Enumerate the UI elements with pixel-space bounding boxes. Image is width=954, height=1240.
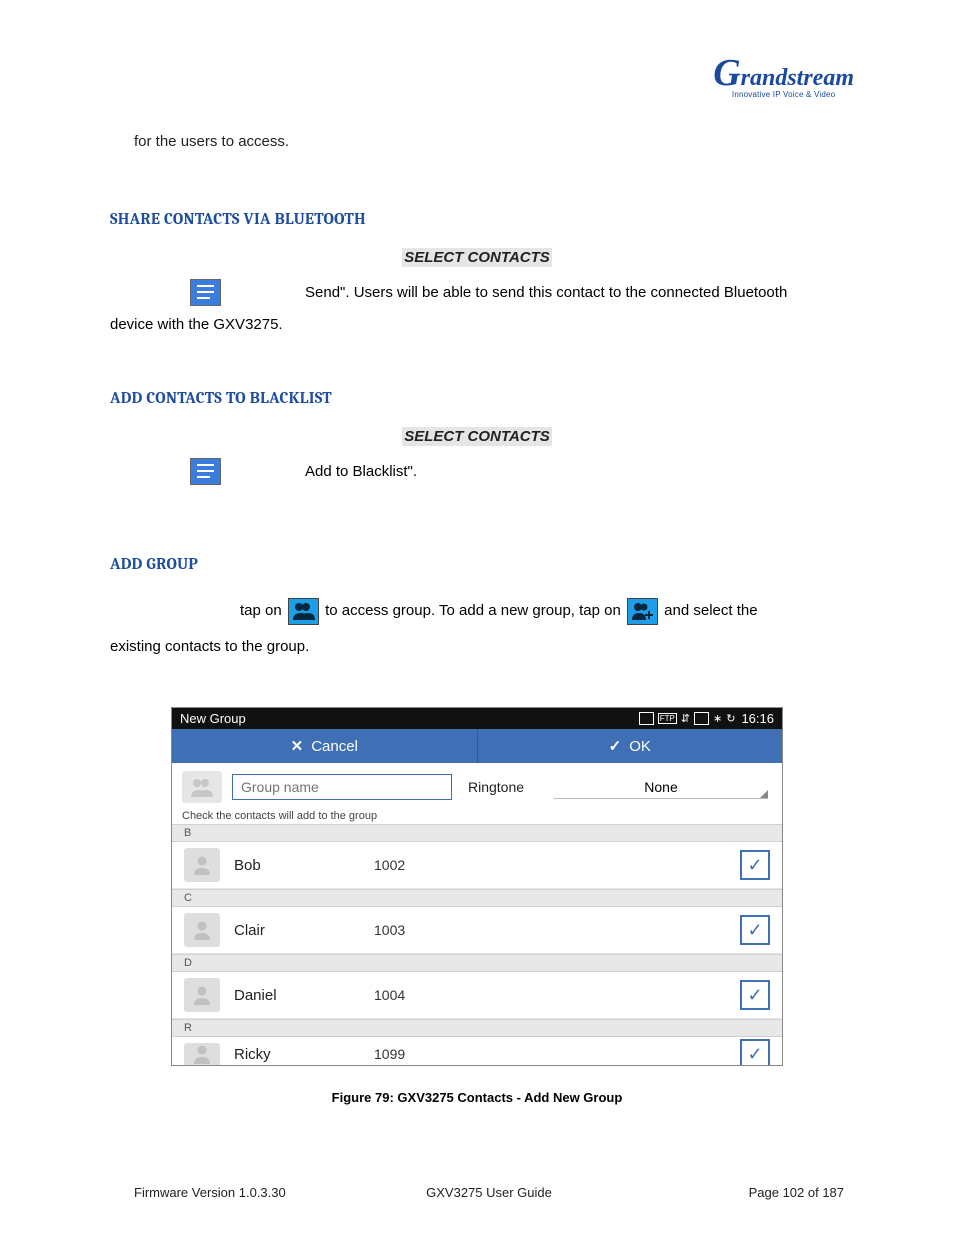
brand-logo: Grandstream Innovative IP Voice & Video (713, 58, 854, 99)
select-contacts-label: SELECT CONTACTS (402, 248, 552, 267)
figure-caption: Figure 79: GXV3275 Contacts - Add New Gr… (110, 1090, 844, 1105)
addgroup-text-a: tap on (240, 602, 282, 619)
addgroup-text-b: to access group. To add a new group, tap… (325, 602, 621, 619)
contact-checkbox[interactable]: ✓ (740, 915, 770, 945)
contact-avatar-icon (184, 978, 220, 1012)
ftp-icon: FTP (658, 713, 677, 724)
window-title: New Group (180, 711, 246, 726)
screenshot-new-group: New Group FTP ⇵ ∗ ↻ 16:16 ✕ Cancel ✓ OK (171, 707, 783, 1066)
contact-number: 1004 (374, 987, 405, 1003)
group-avatar-icon (182, 771, 222, 803)
contact-avatar-icon (184, 848, 220, 882)
contact-checkbox[interactable]: ✓ (740, 850, 770, 880)
ringtone-value: None (644, 779, 677, 795)
cancel-button[interactable]: ✕ Cancel (172, 729, 478, 763)
blacklist-text-right: Add to Blacklist". (305, 463, 844, 480)
group-name-input[interactable] (232, 774, 452, 800)
section-divider: C (172, 889, 782, 907)
picture-icon (639, 712, 654, 725)
contact-name: Bob (234, 857, 374, 874)
status-icons: FTP ⇵ ∗ ↻ 16:16 (639, 711, 774, 726)
clock: 16:16 (741, 711, 774, 726)
ok-button[interactable]: ✓ OK (478, 729, 783, 763)
contact-avatar-icon (184, 1043, 220, 1065)
bluetooth-icon: ∗ (713, 712, 722, 725)
contact-name: Ricky (234, 1046, 374, 1063)
check-icon: ✓ (609, 738, 622, 755)
menu-icon (190, 279, 221, 306)
keyboard-icon (694, 712, 709, 725)
contact-name: Clair (234, 922, 374, 939)
menu-icon (190, 458, 221, 485)
contact-row[interactable]: Ricky1099 ✓ (172, 1037, 782, 1065)
cancel-label: Cancel (311, 738, 358, 755)
section-divider: R (172, 1019, 782, 1037)
dropdown-icon (760, 790, 768, 798)
section-divider: D (172, 954, 782, 972)
section-divider: B (172, 824, 782, 842)
ok-label: OK (629, 738, 651, 755)
contact-row[interactable]: Clair1003 ✓ (172, 907, 782, 954)
bluetooth-text-right: Send". Users will be able to send this c… (305, 284, 844, 301)
heading-blacklist: ADD CONTACTS TO BLACKLIST (110, 389, 844, 407)
contact-number: 1099 (374, 1046, 405, 1062)
select-contacts-label: SELECT CONTACTS (402, 427, 552, 446)
page-footer: Firmware Version 1.0.3.30 GXV3275 User G… (134, 1185, 844, 1200)
contact-avatar-icon (184, 913, 220, 947)
addgroup-line1: tap on to access group. To add a new gro… (240, 593, 844, 629)
contact-name: Daniel (234, 987, 374, 1004)
logo-mark: Grandstream (713, 58, 854, 88)
contact-checkbox[interactable]: ✓ (740, 1039, 770, 1065)
contact-list: BBob1002✓CClair1003✓DDaniel1004✓RRicky10… (172, 824, 782, 1065)
ringtone-label: Ringtone (468, 779, 524, 795)
footer-title: GXV3275 User Guide (371, 1185, 608, 1200)
contact-row[interactable]: Daniel1004 ✓ (172, 972, 782, 1019)
close-icon: ✕ (291, 738, 304, 755)
intro-text: for the users to access. (134, 130, 844, 154)
addgroup-text-c: and select the (664, 602, 757, 619)
footer-page: Page 102 of 187 (607, 1185, 844, 1200)
contact-checkbox[interactable]: ✓ (740, 980, 770, 1010)
footer-firmware: Firmware Version 1.0.3.30 (134, 1185, 371, 1200)
heading-bluetooth: SHARE CONTACTS VIA BLUETOOTH (110, 210, 844, 228)
screenshot-titlebar: New Group FTP ⇵ ∗ ↻ 16:16 (172, 708, 782, 729)
bluetooth-text-below: device with the GXV3275. (110, 316, 844, 333)
group-add-icon (627, 598, 658, 625)
contact-number: 1002 (374, 857, 405, 873)
network-icon: ⇵ (681, 712, 690, 725)
sync-icon: ↻ (726, 712, 735, 725)
hint-text: Check the contacts will add to the group (172, 807, 782, 824)
heading-addgroup: ADD GROUP (110, 555, 844, 573)
addgroup-text-d: existing contacts to the group. (110, 629, 844, 665)
group-icon (288, 598, 319, 625)
contact-row[interactable]: Bob1002 ✓ (172, 842, 782, 889)
contact-number: 1003 (374, 922, 405, 938)
ringtone-selector[interactable]: None (554, 776, 768, 799)
logo-tagline: Innovative IP Voice & Video (713, 90, 854, 99)
